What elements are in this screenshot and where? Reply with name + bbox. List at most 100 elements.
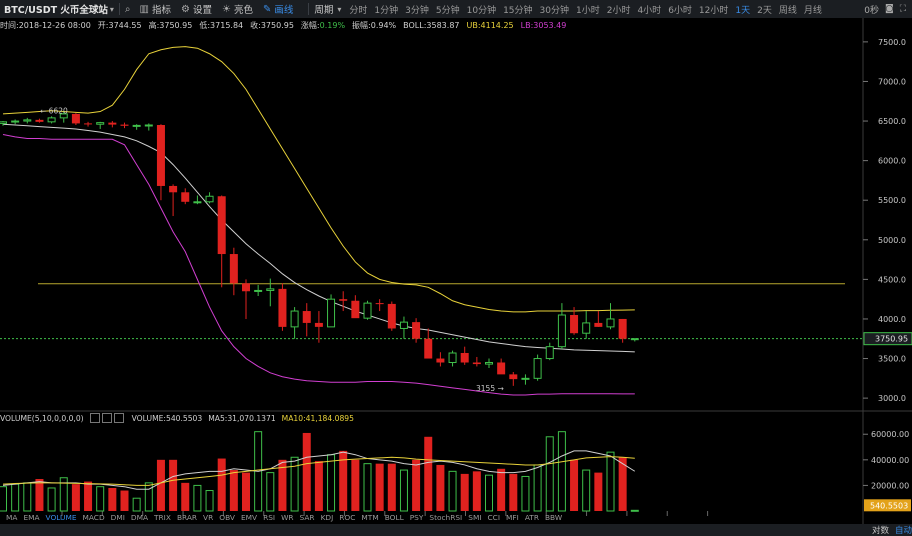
indicator-tab-bbw[interactable]: BBW	[545, 513, 562, 522]
settings-button[interactable]: ⚙ 设置	[181, 2, 212, 17]
volume-bar	[570, 459, 579, 511]
indicator-tab-psy[interactable]: PSY	[410, 513, 424, 522]
indicator-tab-trix[interactable]: TRIX	[154, 513, 171, 522]
volume-bar	[181, 482, 190, 511]
candle-body	[181, 192, 190, 202]
volume-bar	[59, 477, 68, 512]
indicators-label: 指标	[151, 5, 171, 16]
indicator-tab-ema[interactable]: EMA	[23, 513, 39, 522]
indicator-tab-emv[interactable]: EMV	[241, 513, 257, 522]
chevron-down-icon[interactable]: ▾	[337, 5, 341, 14]
timeframe-2[interactable]: 3分钟	[405, 3, 429, 16]
auto-scale-toggle[interactable]: 自动	[895, 524, 912, 536]
symbol-selector[interactable]: BTC/USDT 火币全球站	[4, 2, 108, 16]
price-tick-label: 7500.0	[878, 38, 906, 47]
indicator-tab-obv[interactable]: OBV	[219, 513, 235, 522]
candle-body	[485, 362, 493, 365]
volume-info: VOLUME(5,10,0,0,0,0) VOLUME:540.5503 MA5…	[0, 412, 354, 424]
indicator-tab-atr[interactable]: ATR	[525, 513, 539, 522]
price-tick-label: 6500.0	[878, 117, 906, 126]
indicator-tab-boll[interactable]: BOLL	[385, 513, 404, 522]
candle-body	[497, 362, 506, 375]
indicator-tab-cci[interactable]: CCI	[488, 513, 501, 522]
indicator-tab-mfi[interactable]: MFI	[506, 513, 519, 522]
ohlc-info: 时间:2018-12-26 08:00 开:3744.55 高:3750.95 …	[0, 19, 566, 31]
candle-body	[229, 254, 238, 284]
indicator-tab-wr[interactable]: WR	[281, 513, 293, 522]
timeframe-14[interactable]: 周线	[779, 3, 797, 16]
info-close: 收:3750.95	[250, 20, 294, 30]
volume-bar	[436, 464, 445, 511]
volume-bar	[108, 487, 117, 511]
volume-bar	[254, 431, 263, 512]
axis-options: 对数 自动	[872, 524, 912, 536]
indicator-tab-stochrsi[interactable]: StochRSI	[429, 513, 462, 522]
timeframe-3[interactable]: 5分钟	[436, 3, 460, 16]
theme-button[interactable]: ☀ 亮色	[222, 2, 253, 17]
candle-body	[339, 299, 348, 301]
timeframe-11[interactable]: 12小时	[699, 3, 728, 16]
indicator-tab-dmi[interactable]: DMI	[111, 513, 125, 522]
timeframe-15[interactable]: 月线	[804, 3, 822, 16]
indicator-tab-sar[interactable]: SAR	[300, 513, 315, 522]
chevron-down-icon[interactable]: ▾	[110, 5, 114, 14]
log-scale-toggle[interactable]: 对数	[872, 524, 889, 536]
timeframe-0[interactable]: 分时	[349, 3, 367, 16]
price-chart[interactable]: 3000.0 3500.0 4000.0 4500.0 5000.0 5500.0 6000…	[0, 0, 912, 536]
indicator-tab-rsi[interactable]: RSI	[263, 513, 275, 522]
gear-icon: ⚙	[181, 3, 190, 15]
volume-bar	[424, 436, 433, 511]
gear-icon[interactable]	[101, 413, 112, 423]
indicator-tab-volume[interactable]: VOLUME	[46, 513, 77, 522]
indicator-tab-macd[interactable]: MACD	[83, 513, 105, 522]
info-change: 涨幅:0.19%	[301, 20, 345, 31]
volume-bar	[545, 436, 554, 512]
camera-icon[interactable]: ◙	[885, 4, 894, 14]
volume-bar	[472, 471, 481, 511]
indicator-tab-mtm[interactable]: MTM	[361, 513, 378, 522]
indicator-tab-brar[interactable]: BRAR	[177, 513, 197, 522]
indicator-tab-roc[interactable]: ROC	[339, 513, 355, 522]
price-tick-label: 4500.0	[878, 275, 906, 284]
volume-bar	[266, 472, 275, 512]
timeframe-9[interactable]: 4小时	[637, 3, 661, 16]
timeframe-1[interactable]: 1分钟	[374, 3, 398, 16]
indicator-tab-dma[interactable]: DMA	[131, 513, 148, 522]
volume-bar	[497, 468, 506, 511]
high-annotation: ← 6620	[40, 107, 68, 116]
close-icon[interactable]	[113, 413, 124, 423]
candle-body	[96, 122, 105, 125]
timeframe-4[interactable]: 10分钟	[467, 3, 496, 16]
candle-body	[521, 377, 530, 380]
volume-bar	[23, 482, 32, 512]
timeframe-12[interactable]: 1天	[735, 3, 750, 16]
volume-bar	[132, 497, 141, 512]
candle-body	[594, 322, 603, 327]
timeframe-6[interactable]: 30分钟	[540, 3, 569, 16]
timeframe-7[interactable]: 1小时	[576, 3, 600, 16]
indicator-tab-ma[interactable]: MA	[6, 513, 17, 522]
timeframe-13[interactable]: 2天	[757, 3, 772, 16]
draw-button[interactable]: ✎ 画线	[263, 2, 293, 17]
candle-body	[399, 321, 408, 329]
candle-body	[193, 201, 202, 204]
fullscreen-icon[interactable]: ⛶	[900, 4, 906, 14]
indicator-tab-vr[interactable]: VR	[203, 513, 213, 522]
timeframe-8[interactable]: 2小时	[607, 3, 631, 16]
eye-icon[interactable]	[89, 413, 100, 423]
indicator-tab-smi[interactable]: SMI	[468, 513, 481, 522]
price-badge-box	[863, 332, 912, 346]
timeframe-5[interactable]: 15分钟	[503, 3, 532, 16]
search-button[interactable]: ⌕	[125, 4, 134, 15]
candle-body	[375, 303, 384, 305]
info-change-label: 涨幅:	[300, 20, 320, 30]
indicators-button[interactable]: ▥ 指标	[140, 2, 171, 17]
info-lb: LB:3053.49	[520, 20, 567, 30]
candle-body	[59, 113, 68, 119]
candle-body	[71, 113, 80, 124]
timeframe-10[interactable]: 6小时	[668, 3, 692, 16]
info-boll: BOLL:3583.87	[403, 20, 460, 30]
candle-body	[144, 124, 153, 127]
candle-body	[84, 123, 93, 125]
indicator-tab-kdj[interactable]: KDJ	[321, 513, 334, 522]
